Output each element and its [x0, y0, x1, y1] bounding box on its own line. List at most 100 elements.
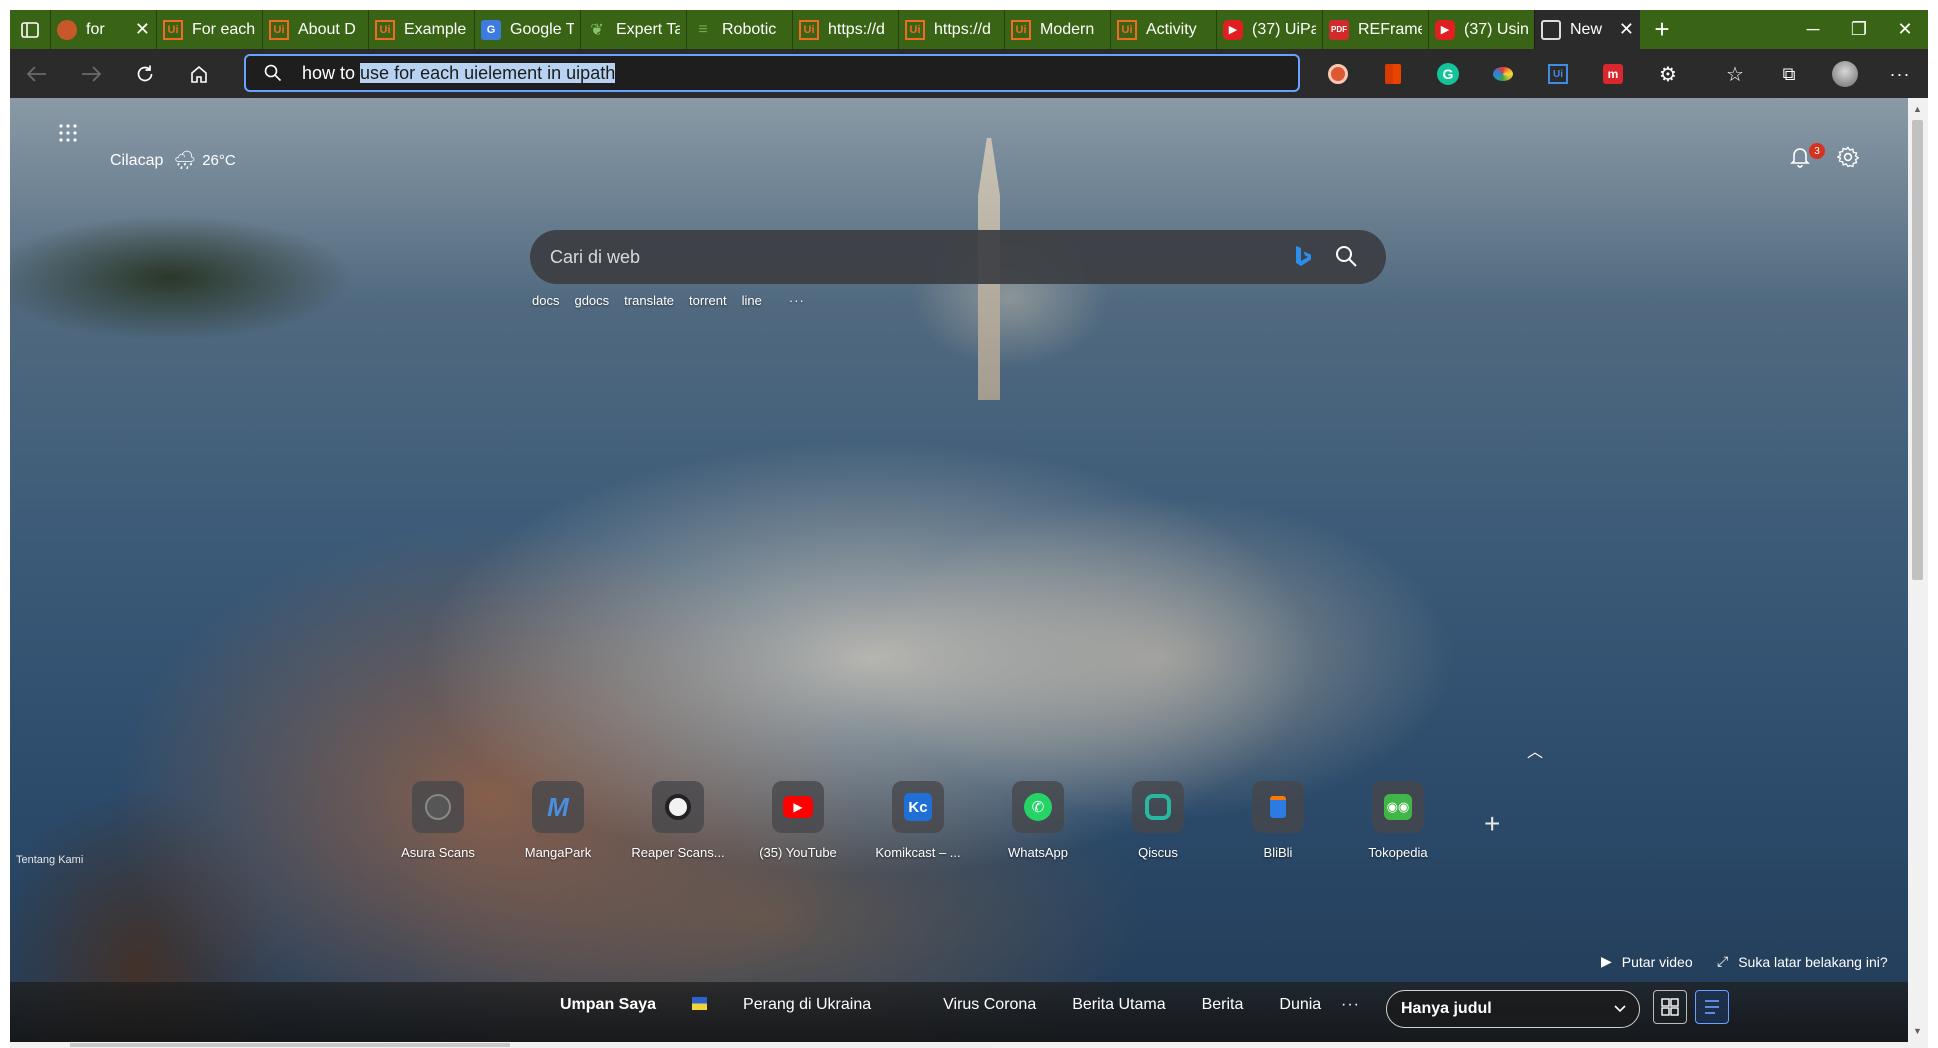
back-button[interactable] — [10, 54, 64, 94]
tile-youtube[interactable]: ▶ (35) YouTube — [738, 781, 858, 860]
settings-more-button[interactable]: ··· — [1887, 61, 1913, 87]
chevron-up-icon: ︿ — [1527, 744, 1544, 761]
youtube-favicon-icon: ▶ — [1435, 19, 1455, 40]
close-icon: ✕ — [1897, 19, 1913, 39]
home-icon — [191, 65, 207, 83]
tab-10[interactable]: Ui Activity — [1110, 10, 1216, 49]
quick-link-gdocs[interactable]: gdocs — [574, 293, 609, 308]
nav-item-dunia[interactable]: Dunia — [1279, 996, 1321, 1014]
tab-3[interactable]: Ui Example — [368, 10, 474, 49]
tab-2[interactable]: Ui About D — [262, 10, 368, 49]
minimize-button[interactable]: ─ — [1790, 10, 1836, 49]
mega-icon: m — [1603, 64, 1623, 84]
google-translate-favicon-icon: G — [481, 19, 501, 40]
forward-button[interactable] — [64, 54, 118, 94]
tab-1[interactable]: Ui For each — [156, 10, 262, 49]
extension-color-button[interactable] — [1490, 61, 1516, 87]
refresh-button[interactable] — [118, 54, 172, 94]
youtube-icon: ▶ — [772, 781, 824, 833]
bell-icon — [1790, 148, 1810, 168]
uipath-favicon-icon: Ui — [375, 19, 395, 40]
tile-label: Qiscus — [1138, 845, 1178, 860]
scroll-down-arrow-icon[interactable]: ▼ — [1913, 1026, 1922, 1036]
search-placeholder: Cari di web — [550, 246, 641, 267]
extension-mega-button[interactable]: m — [1600, 61, 1626, 87]
like-background-button[interactable]: ⤢ Suka latar belakang ini? — [1717, 953, 1888, 970]
scrollbar-thumb[interactable] — [1912, 120, 1923, 580]
komikcast-icon: Kc — [892, 781, 944, 833]
quick-link-translate[interactable]: translate — [624, 293, 674, 308]
tab-12[interactable]: PDF REFrame — [1322, 10, 1428, 49]
duckduckgo-icon — [1328, 64, 1348, 84]
restore-button[interactable]: ❐ — [1836, 10, 1882, 49]
tab-5[interactable]: ❦ Expert Ta — [580, 10, 686, 49]
nav-item-berita-utama[interactable]: Berita Utama — [1072, 996, 1165, 1014]
tab-11[interactable]: ▶ (37) UiPa — [1216, 10, 1322, 49]
extension-office-button[interactable] — [1380, 61, 1406, 87]
tab-close-icon[interactable]: ✕ — [135, 19, 150, 40]
vertical-scrollbar[interactable]: ▲ ▼ — [1908, 98, 1928, 1042]
add-shortcut-button[interactable]: + — [1484, 808, 1500, 840]
collapse-tiles-button[interactable]: ︿ — [1527, 738, 1543, 762]
app-launcher-button[interactable] — [59, 124, 77, 147]
notifications-button[interactable] — [1790, 146, 1810, 173]
nav-item-umpan-saya[interactable]: Umpan Saya — [560, 996, 656, 1014]
tile-label: Asura Scans — [401, 845, 475, 860]
tab-0[interactable]: for ✕ — [50, 10, 156, 49]
tile-blibli[interactable]: BliBli — [1218, 781, 1338, 860]
tile-reaper-scans[interactable]: Reaper Scans... — [618, 781, 738, 860]
tile-whatsapp[interactable]: ✆ WhatsApp — [978, 781, 1098, 860]
tab-7[interactable]: Ui https://d — [792, 10, 898, 49]
tab-title: for — [86, 20, 105, 38]
tab-14-active[interactable]: New ✕ — [1534, 10, 1640, 49]
tab-9[interactable]: Ui Modern — [1004, 10, 1110, 49]
extension-grammarly-button[interactable]: G — [1435, 61, 1461, 87]
play-video-button[interactable]: ▶ Putar video — [1601, 953, 1693, 970]
list-view-button[interactable] — [1695, 990, 1729, 1024]
web-search-box[interactable]: Cari di web — [530, 230, 1386, 284]
extension-duckduckgo-button[interactable] — [1325, 61, 1351, 87]
profile-button[interactable] — [1832, 61, 1858, 87]
tab-8[interactable]: Ui https://d — [898, 10, 1004, 49]
extension-uipath-button[interactable]: Ui — [1545, 61, 1571, 87]
tile-tokopedia[interactable]: ◉◉ Tokopedia — [1338, 781, 1458, 860]
news-more-button[interactable]: ··· — [1341, 996, 1360, 1014]
layout-select[interactable]: Hanya judul — [1386, 990, 1640, 1028]
quick-link-docs[interactable]: docs — [532, 293, 559, 308]
extensions-button[interactable]: ⚙ — [1655, 61, 1681, 87]
quick-links-more-button[interactable]: ··· — [789, 293, 805, 308]
tab-6[interactable]: ≡ Robotic — [686, 10, 792, 49]
weather-widget[interactable]: Cilacap 🌧 26°C — [110, 150, 236, 171]
page-settings-button[interactable] — [1836, 146, 1860, 173]
tile-asura-scans[interactable]: Asura Scans — [378, 781, 498, 860]
home-button[interactable] — [172, 54, 226, 94]
nav-item-ukraina[interactable]: Perang di Ukraina — [692, 996, 907, 1014]
search-submit-icon[interactable] — [1334, 244, 1358, 273]
new-tab-button[interactable]: + — [1640, 10, 1684, 49]
tile-qiscus[interactable]: Qiscus — [1098, 781, 1218, 860]
quick-link-torrent[interactable]: torrent — [689, 293, 727, 308]
nav-item-virus-corona[interactable]: Virus Corona — [943, 996, 1036, 1014]
close-window-button[interactable]: ✕ — [1882, 10, 1928, 49]
tab-13[interactable]: ▶ (37) Usin — [1428, 10, 1534, 49]
horizontal-scrollbar-thumb[interactable] — [70, 1043, 510, 1047]
address-bar[interactable]: how to use for each uielement in uipath — [244, 54, 1300, 92]
tab-4[interactable]: G Google T — [474, 10, 580, 49]
collections-button[interactable]: ⧉ — [1776, 61, 1802, 87]
tile-komikcast[interactable]: Kc Komikcast – ... — [858, 781, 978, 860]
tab-actions-button[interactable] — [10, 10, 50, 49]
tile-label: (35) YouTube — [759, 845, 837, 860]
grammarly-icon: G — [1437, 63, 1459, 85]
new-tab-favicon-icon — [1541, 19, 1561, 40]
favorites-button[interactable]: ☆ — [1722, 61, 1748, 87]
horizontal-scrollbar[interactable] — [10, 1042, 1928, 1048]
about-link[interactable]: Tentang Kami — [16, 854, 83, 866]
bing-logo-icon[interactable] — [1294, 245, 1312, 274]
quick-link-line[interactable]: line — [742, 293, 762, 308]
tile-mangapark[interactable]: M MangaPark — [498, 781, 618, 860]
grid-view-button[interactable] — [1653, 990, 1687, 1024]
nav-item-berita[interactable]: Berita — [1202, 996, 1244, 1014]
uipath-icon: Ui — [1548, 64, 1568, 84]
tab-close-icon[interactable]: ✕ — [1619, 19, 1634, 40]
scroll-up-arrow-icon[interactable]: ▲ — [1913, 104, 1922, 114]
